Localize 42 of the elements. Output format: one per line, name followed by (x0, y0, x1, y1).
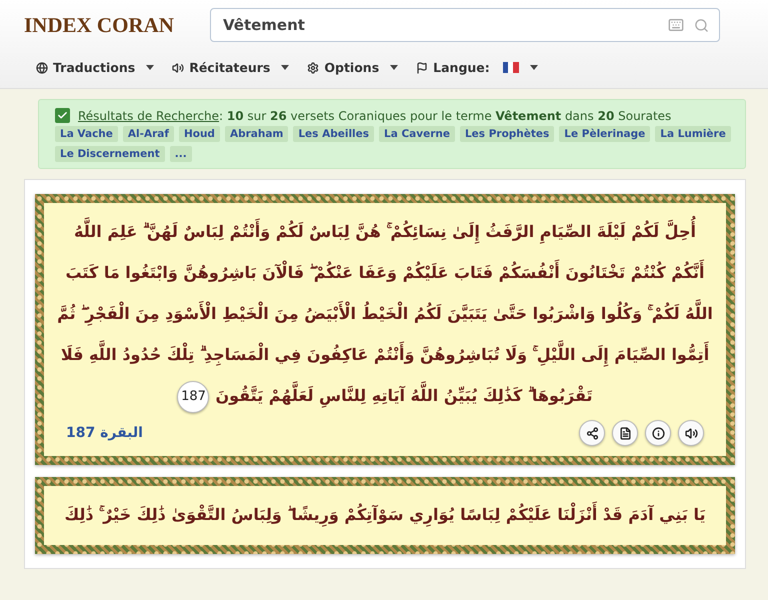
audio-button[interactable] (678, 420, 704, 446)
surah-tag[interactable]: Al-Araf (122, 126, 174, 142)
nav-menu-button[interactable]: Traductions (36, 60, 154, 75)
caret-icon (146, 65, 154, 70)
checkbox[interactable] (55, 108, 70, 123)
surah-tag[interactable]: Les Prophètes (460, 126, 554, 142)
surah-tag[interactable]: La Caverne (379, 126, 455, 142)
results-link[interactable]: Résultats de Recherche (78, 108, 220, 122)
speaker-icon (684, 426, 698, 440)
surah-tag[interactable]: ... (170, 146, 192, 162)
nav-menu-button[interactable]: Options (307, 60, 398, 75)
caret-icon (390, 65, 398, 70)
checkmark-icon (57, 110, 68, 121)
globe-icon (36, 62, 48, 74)
surah-tag[interactable]: Le Pèlerinage (559, 126, 650, 142)
site-logo[interactable]: INDEX CORAN (24, 12, 192, 38)
flag-icon (502, 62, 519, 73)
surah-tag[interactable]: La Lumière (655, 126, 731, 142)
info-icon (652, 426, 664, 440)
info-button[interactable] (645, 420, 671, 446)
share-button[interactable] (579, 420, 605, 446)
search-field[interactable]: Vêtement (210, 8, 720, 42)
flag-icon (416, 62, 428, 74)
surah-tag[interactable]: Les Abeilles (293, 126, 374, 142)
results-summary: Résultats de Recherche: 10 sur 26 versets Coraniques pour le terme Vêtement dans 20 Sourates (78, 108, 672, 122)
verse-number: 187 (177, 380, 210, 413)
caret-icon (281, 65, 290, 70)
search-input[interactable]: Vêtement (223, 12, 658, 38)
speaker-icon (172, 62, 184, 74)
surah-tag[interactable]: Abraham (224, 126, 288, 142)
nav-menu-button[interactable]: Récitateurs (172, 60, 290, 75)
verse-text: يَا بَنِي آدَمَ قَدْ أَنْزَلْنَا عَلَيْكُمْ لِبَاسًا يُوَارِي سَوْآتِكُمْ وَرِيشًا ۖ وَلِبَاسُ التَّقْوَىٰ ذَٰلِكَ خَيْرٌ ۚ ذَٰلِكَ (56, 494, 714, 535)
surah-tag[interactable]: Le Discernement (55, 146, 165, 162)
surah-tag[interactable]: Houd (178, 126, 220, 142)
verse-reference[interactable]: البقرة 187 (66, 425, 143, 441)
nav-menu-button[interactable]: Langue: (416, 60, 538, 75)
pdf-button[interactable] (612, 420, 638, 446)
settings-icon (307, 62, 320, 74)
caret-icon (530, 65, 538, 70)
share-icon (586, 426, 598, 440)
surah-tag[interactable]: La Vache (55, 126, 118, 142)
document-icon (618, 426, 632, 440)
